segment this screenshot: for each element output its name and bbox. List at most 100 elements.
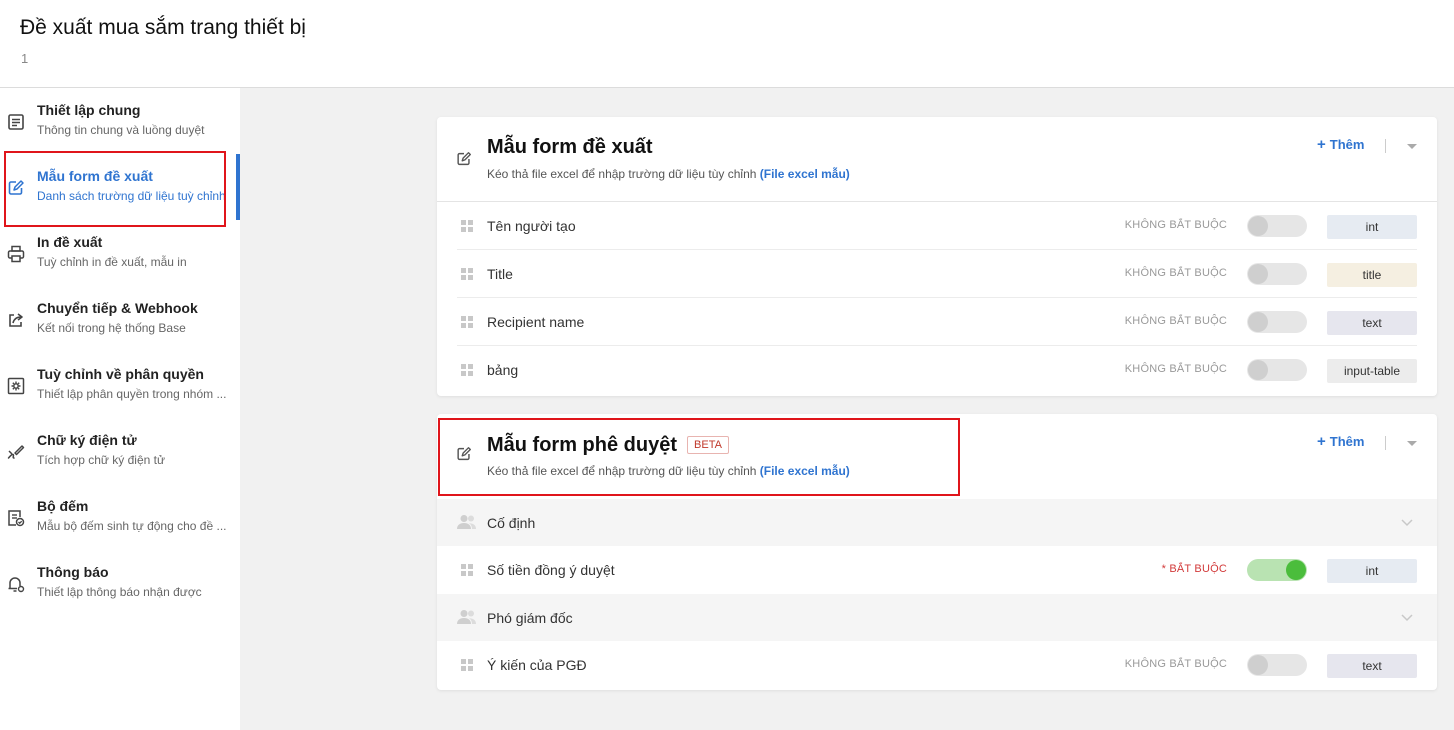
chevron-down-icon[interactable] (1400, 515, 1414, 529)
group-row-fixed[interactable]: Cố định (437, 499, 1437, 546)
drag-handle-icon[interactable] (461, 316, 473, 328)
edit-icon (8, 180, 24, 195)
sidebar-item-permissions[interactable]: Tuỳ chỉnh về phân quyền Thiết lập phân q… (0, 366, 240, 428)
bell-gear-icon (8, 577, 25, 593)
card-title: Mẫu form đề xuất (487, 136, 653, 158)
users-icon (457, 610, 476, 624)
field-row[interactable]: Ý kiến của PGĐ KHÔNG BẮT BUỘC text (457, 641, 1417, 689)
toggle-knob (1248, 360, 1268, 380)
field-row[interactable]: Số tiền đồng ý duyệt * BẮT BUỘC int (457, 546, 1417, 594)
field-type-badge: int (1327, 559, 1417, 583)
sidebar-item-title: In đề xuất (37, 234, 103, 250)
document-icon (8, 114, 24, 130)
sidebar-item-desc: Thông tin chung và luồng duyệt (37, 123, 205, 137)
chevron-down-icon[interactable] (1400, 610, 1414, 624)
sidebar-item-title: Mẫu form đề xuất (37, 168, 153, 184)
sample-excel-link[interactable]: (File excel mẫu) (760, 464, 850, 478)
required-toggle[interactable] (1247, 215, 1307, 237)
counter-icon (8, 510, 25, 527)
sample-excel-link[interactable]: (File excel mẫu) (760, 167, 850, 181)
add-field-button[interactable]: + Thêm (1317, 136, 1364, 153)
sidebar-item-webhook[interactable]: Chuyển tiếp & Webhook Kết nối trong hệ t… (0, 300, 240, 362)
page-subtitle: 1 (21, 51, 29, 66)
sidebar-item-title: Thiết lập chung (37, 102, 141, 118)
add-field-button[interactable]: + Thêm (1317, 433, 1364, 450)
required-label: KHÔNG BẮT BUỘC (1124, 315, 1227, 327)
sidebar-item-title: Chữ ký điện tử (37, 432, 137, 448)
divider (1385, 436, 1386, 450)
caret-down-icon[interactable] (1407, 144, 1417, 149)
field-label: Tên người tạo (487, 218, 576, 234)
page-title: Đề xuất mua sắm trang thiết bị (20, 16, 306, 39)
sidebar-item-e-signature[interactable]: Chữ ký điện tử Tích hợp chữ ký điện tử (0, 432, 240, 494)
drag-handle-icon[interactable] (461, 220, 473, 232)
sidebar-item-desc: Tuỳ chỉnh in đề xuất, mẫu in (37, 255, 187, 269)
field-type-badge: int (1327, 215, 1417, 239)
toggle-knob (1248, 264, 1268, 284)
share-icon (9, 313, 23, 327)
sidebar-item-general-settings[interactable]: Thiết lập chung Thông tin chung và luồng… (0, 102, 240, 164)
sidebar-item-notifications[interactable]: Thông báo Thiết lập thông báo nhận được (0, 564, 240, 626)
field-label: Ý kiến của PGĐ (487, 657, 587, 673)
group-label: Phó giám đốc (487, 610, 573, 626)
sidebar-item-title: Chuyển tiếp & Webhook (37, 300, 198, 316)
sidebar-item-counter[interactable]: Bộ đếm Mẫu bộ đếm sinh tự động cho đề ..… (0, 498, 240, 560)
field-row[interactable]: Recipient name KHÔNG BẮT BUỘC text (457, 298, 1417, 346)
sidebar-item-desc: Thiết lập thông báo nhận được (37, 585, 202, 599)
field-label: bảng (487, 362, 519, 378)
required-toggle[interactable] (1247, 311, 1307, 333)
drag-handle-icon[interactable] (461, 268, 473, 280)
active-indicator (236, 154, 240, 220)
field-type-badge: text (1327, 311, 1417, 335)
sidebar-item-desc: Kết nối trong hệ thống Base (37, 321, 186, 335)
required-toggle[interactable] (1247, 654, 1307, 676)
field-type-badge: input-table (1327, 359, 1417, 383)
field-row[interactable]: Title KHÔNG BẮT BUỘC title (457, 250, 1417, 298)
required-label: KHÔNG BẮT BUỘC (1124, 363, 1227, 375)
toggle-knob (1248, 216, 1268, 236)
drag-handle-icon[interactable] (461, 364, 473, 376)
gear-box-icon (7, 377, 25, 395)
add-field-label: Thêm (1329, 434, 1365, 449)
approval-form-card: Mẫu form phê duyệt BETA Kéo thả file exce… (437, 414, 1437, 690)
sidebar-item-title: Thông báo (37, 564, 109, 580)
toggle-knob (1248, 655, 1268, 675)
card-header: Mẫu form phê duyệt BETA Kéo thả file exce… (437, 414, 1437, 499)
drag-handle-icon[interactable] (461, 659, 473, 671)
card-description: Kéo thả file excel để nhập trường dữ liệ… (487, 464, 850, 478)
required-toggle[interactable] (1247, 559, 1307, 581)
printer-icon (7, 245, 25, 263)
edit-icon (457, 447, 471, 461)
sidebar: Thiết lập chung Thông tin chung và luồng… (0, 88, 240, 730)
plus-icon: + (1317, 136, 1326, 153)
sidebar-item-print[interactable]: In đề xuất Tuỳ chỉnh in đề xuất, mẫu in (0, 234, 240, 296)
sidebar-item-desc: Thiết lập phân quyền trong nhóm ... (37, 387, 227, 401)
signature-icon (7, 445, 25, 459)
group-row-deputy-director[interactable]: Phó giám đốc (437, 594, 1437, 641)
card-title-text: Mẫu form phê duyệt (487, 434, 678, 456)
required-label: KHÔNG BẮT BUỘC (1124, 658, 1227, 670)
beta-badge: BETA (687, 436, 729, 454)
field-row[interactable]: Tên người tạo KHÔNG BẮT BUỘC int (457, 202, 1417, 250)
sidebar-item-title: Tuỳ chỉnh về phân quyền (37, 366, 204, 382)
field-label: Số tiền đồng ý duyệt (487, 562, 615, 578)
add-field-label: Thêm (1329, 137, 1365, 152)
sidebar-item-title: Bộ đếm (37, 498, 89, 514)
toggle-knob (1286, 560, 1306, 580)
group-label: Cố định (487, 515, 536, 531)
field-type-badge: text (1327, 654, 1417, 678)
card-header: Mẫu form đề xuất Kéo thả file excel để n… (437, 117, 1437, 202)
field-row[interactable]: bảng KHÔNG BẮT BUỘC input-table (457, 346, 1417, 394)
caret-down-icon[interactable] (1407, 441, 1417, 446)
required-label: * BẮT BUỘC (1161, 563, 1227, 575)
drag-handle-icon[interactable] (461, 564, 473, 576)
sidebar-item-proposal-form[interactable]: Mẫu form đề xuất Danh sách trường dữ liệ… (0, 168, 240, 230)
toggle-knob (1248, 312, 1268, 332)
required-toggle[interactable] (1247, 359, 1307, 381)
divider (1385, 139, 1386, 153)
sidebar-item-desc: Tích hợp chữ ký điện tử (37, 453, 165, 467)
edit-icon (457, 152, 471, 166)
required-toggle[interactable] (1247, 263, 1307, 285)
sidebar-item-desc: Mẫu bộ đếm sinh tự động cho đề ... (37, 519, 227, 533)
users-icon (457, 515, 476, 529)
